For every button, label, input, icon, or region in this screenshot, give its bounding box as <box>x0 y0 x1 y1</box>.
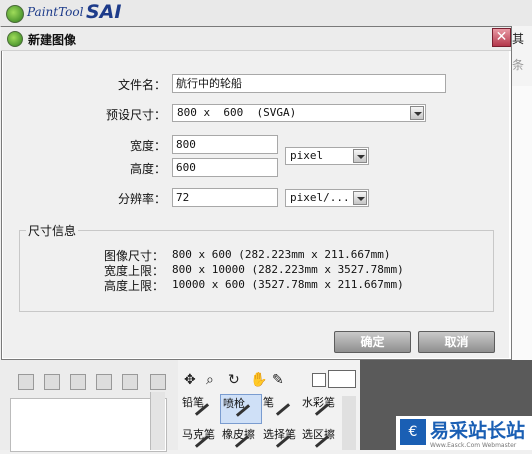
filename-input[interactable]: 航行中的轮船 <box>172 74 446 93</box>
delete-layer-icon[interactable] <box>96 374 112 390</box>
width-input[interactable]: 800 <box>172 135 278 154</box>
brush-watercolor[interactable]: 水彩笔 <box>300 394 340 422</box>
filename-label: 文件名： <box>117 78 166 92</box>
dialog-title: 新建图像 <box>28 33 77 47</box>
painttool-logo-icon <box>6 5 24 23</box>
height-input[interactable]: 600 <box>172 158 278 177</box>
color-swatch[interactable] <box>328 370 356 388</box>
new-folder-icon[interactable] <box>70 374 86 390</box>
move-icon[interactable]: ✥ <box>184 372 196 388</box>
new-linework-layer-icon[interactable] <box>44 374 60 390</box>
height-label: 高度： <box>129 162 166 176</box>
watermark-title: 易采站长站 <box>430 420 526 442</box>
right-menu-text[interactable]: 其 <box>512 30 524 47</box>
logo-sai-text: SAI <box>86 1 122 23</box>
layer-list[interactable] <box>10 398 167 452</box>
brush-pencil[interactable]: 铅笔 <box>180 394 220 422</box>
right-menu-text-secondary: 条 <box>512 58 525 72</box>
zoom-icon[interactable]: ⌕ <box>206 372 214 388</box>
chevron-down-icon[interactable] <box>353 149 367 163</box>
cancel-button[interactable]: 取消 <box>418 331 495 353</box>
resolution-input[interactable]: 72 <box>172 188 278 207</box>
preset-select[interactable]: 800 x 600 (SVGA) <box>172 104 426 122</box>
info-width-limit-value: 800 x 10000 (282.223mm x 3527.78mm) <box>172 263 404 276</box>
chevron-down-icon[interactable] <box>353 191 367 205</box>
pen-icon <box>275 403 291 416</box>
resolution-label: 分辨率： <box>117 192 166 206</box>
size-info-title: 尺寸信息 <box>26 222 79 239</box>
width-label: 宽度： <box>129 139 166 153</box>
dialog-title-bar[interactable] <box>1 27 511 51</box>
info-height-limit-label: 高度上限： <box>104 279 165 293</box>
tools-scrollbar[interactable] <box>342 396 356 450</box>
painttool-logo-icon <box>7 31 23 47</box>
chevron-down-icon[interactable] <box>410 106 424 120</box>
brush-pen[interactable]: 笔 <box>261 394 301 422</box>
resolution-unit-select[interactable]: pixel/... <box>285 189 369 207</box>
new-layer-icon[interactable] <box>18 374 34 390</box>
watermark-subtitle: Www.Easck.Com Webmaster <box>430 442 517 449</box>
ok-button[interactable]: 确定 <box>334 331 411 353</box>
watermark-logo-icon: € <box>400 419 426 445</box>
preset-label: 预设尺寸： <box>105 108 166 122</box>
layer-settings-icon[interactable] <box>150 374 166 390</box>
eyedropper-icon[interactable]: ✎ <box>272 372 284 388</box>
info-image-size-value: 800 x 600 (282.223mm x 211.667mm) <box>172 248 391 261</box>
layer-list-scrollbar[interactable] <box>150 392 165 450</box>
hand-icon[interactable]: ✋ <box>250 372 267 388</box>
brush-airbrush[interactable]: 喷枪 <box>220 394 262 424</box>
merge-layer-icon[interactable] <box>122 374 138 390</box>
unit-select[interactable]: pixel <box>285 147 369 165</box>
swap-color-swatch[interactable] <box>312 373 326 387</box>
info-height-limit-value: 10000 x 600 (3527.78mm x 211.667mm) <box>172 278 404 291</box>
rotate-icon[interactable]: ↻ <box>228 372 240 388</box>
close-button[interactable]: ✕ <box>492 28 511 47</box>
logo-painttool-text: PaintTool <box>27 5 84 19</box>
